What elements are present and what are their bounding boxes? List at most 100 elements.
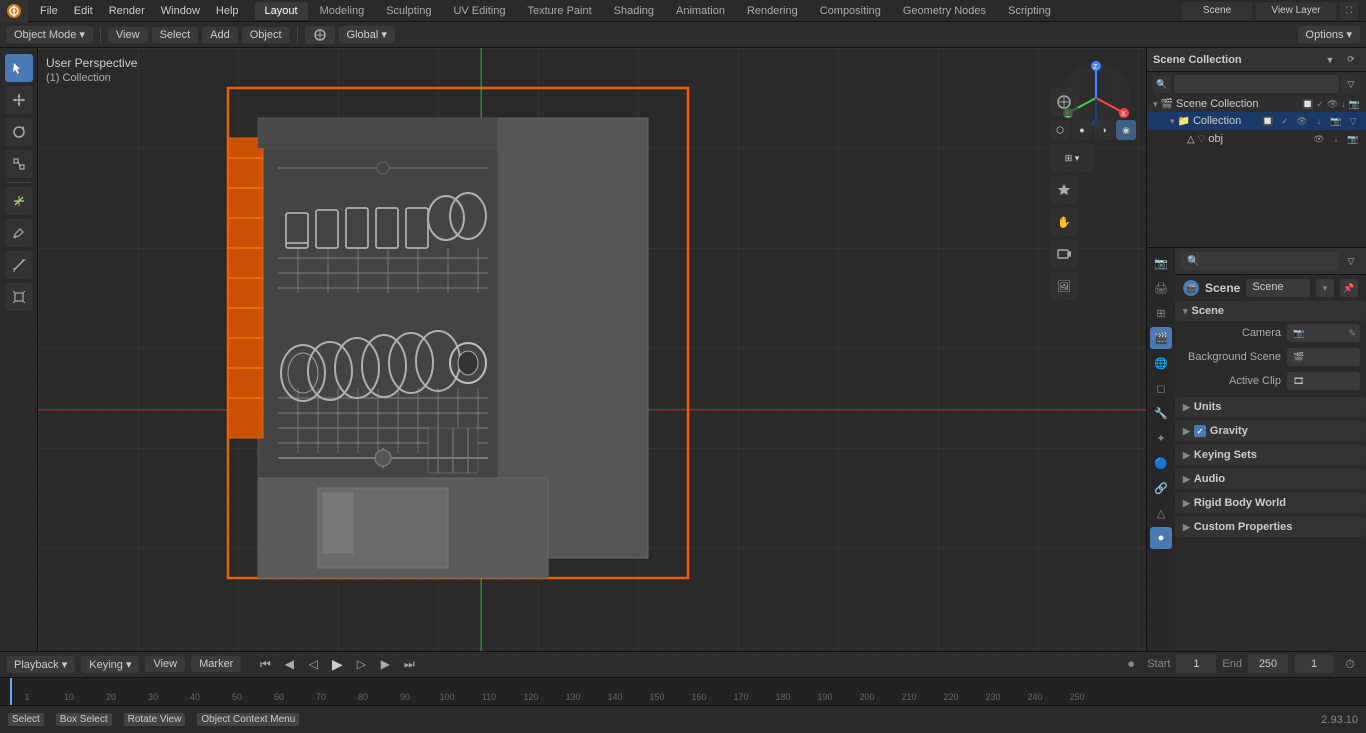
props-output-icon[interactable]: 🖨	[1150, 277, 1172, 299]
scene-browse-btn[interactable]: ▾	[1316, 279, 1334, 297]
transform-tool[interactable]	[5, 187, 33, 215]
options-btn[interactable]: Options ▾	[1298, 26, 1360, 43]
background-scene-field[interactable]: 🎬	[1287, 348, 1360, 366]
props-render-icon[interactable]: 📷	[1150, 252, 1172, 274]
obj-cam-icon[interactable]: 📷	[1346, 132, 1360, 146]
coll-filter-icon[interactable]: ▽	[1346, 114, 1360, 128]
outliner-filter-btn[interactable]: ▼	[1321, 51, 1339, 69]
tl-10: 10	[48, 692, 90, 702]
props-obj-icon[interactable]: ◻	[1150, 377, 1172, 399]
timeline-ruler[interactable]: 1 10 20 30 40 50 60 70 80 90 100 110 120…	[0, 678, 1366, 705]
view-menu[interactable]: View	[108, 27, 148, 43]
record-btn[interactable]: ⏺	[1121, 654, 1141, 674]
object-mode-dropdown[interactable]: Object Mode ▾	[6, 26, 93, 43]
coll-vis-icon[interactable]: 🔲	[1261, 114, 1275, 128]
menu-file[interactable]: File	[32, 3, 66, 19]
tab-animation[interactable]: Animation	[666, 2, 735, 20]
obj-eye-icon[interactable]: 👁	[1312, 132, 1326, 146]
props-scene-icon[interactable]: 🎬	[1150, 327, 1172, 349]
tab-sculpting[interactable]: Sculpting	[376, 2, 441, 20]
jump-end-btn[interactable]: ⏭	[399, 654, 419, 674]
menu-help[interactable]: Help	[208, 3, 247, 19]
coll-check-icon[interactable]: ✓	[1278, 114, 1292, 128]
scene-selector[interactable]: Scene	[1182, 2, 1252, 20]
props-constraints-icon[interactable]: 🔗	[1150, 477, 1172, 499]
tab-layout[interactable]: Layout	[255, 2, 308, 20]
tab-geometry-nodes[interactable]: Geometry Nodes	[893, 2, 996, 20]
tab-texture-paint[interactable]: Texture Paint	[517, 2, 601, 20]
props-physics-icon[interactable]: 🔵	[1150, 452, 1172, 474]
gravity-checkbox[interactable]: ✓	[1194, 425, 1206, 437]
chevron-down-icon: ▾	[79, 28, 85, 41]
scene-section-header[interactable]: ▾ Scene	[1175, 301, 1366, 321]
annotate-tool[interactable]	[5, 219, 33, 247]
props-data-icon[interactable]: △	[1150, 502, 1172, 524]
keying-sets-header[interactable]: ▶ Keying Sets	[1175, 445, 1366, 465]
obj-down-icon[interactable]: ↓	[1329, 132, 1343, 146]
outliner-search-input[interactable]	[1174, 75, 1339, 93]
fullscreen-btn[interactable]: ⛶	[1340, 2, 1358, 20]
rigid-body-header[interactable]: ▶ Rigid Body World	[1175, 493, 1366, 513]
view-dropdown[interactable]: View	[145, 656, 185, 672]
scene-pin-btn[interactable]: 📌	[1340, 279, 1358, 297]
measure-tool[interactable]	[5, 251, 33, 279]
outliner-obj-item[interactable]: △ ▽ obj 👁 ↓ 📷	[1147, 130, 1366, 148]
3d-viewport[interactable]: User Perspective (1) Collection Z X	[38, 48, 1146, 651]
props-material-icon[interactable]: ●	[1150, 527, 1172, 549]
timeline-playhead[interactable]	[10, 678, 12, 705]
coll-eye-icon[interactable]: 👁	[1295, 114, 1309, 128]
prev-keyframe-btn[interactable]: ◁	[303, 654, 323, 674]
transform-gizmo-toggle[interactable]	[305, 26, 335, 44]
end-frame-input[interactable]: 250	[1248, 655, 1288, 673]
active-clip-field[interactable]: 🎞	[1287, 372, 1360, 390]
menu-edit[interactable]: Edit	[66, 3, 101, 19]
prev-frame-btn[interactable]: ◀	[279, 654, 299, 674]
select-tool[interactable]	[5, 54, 33, 82]
move-tool[interactable]	[5, 86, 33, 114]
transform-space-dropdown[interactable]: Global ▾	[339, 26, 395, 43]
outliner-collection-item[interactable]: ▾ 📁 Collection 🔲 ✓ 👁 ↓ 📷 ▽	[1147, 112, 1366, 130]
audio-section-header[interactable]: ▶ Audio	[1175, 469, 1366, 489]
scale-tool[interactable]	[5, 150, 33, 178]
tab-shading[interactable]: Shading	[604, 2, 664, 20]
view-layer-selector[interactable]: View Layer	[1256, 2, 1336, 20]
play-btn[interactable]: ▶	[327, 654, 347, 674]
tab-rendering[interactable]: Rendering	[737, 2, 808, 20]
scene-name-field[interactable]: Scene	[1246, 279, 1310, 297]
add-menu[interactable]: Add	[202, 27, 238, 43]
object-menu[interactable]: Object	[242, 27, 290, 43]
props-modifier-icon[interactable]: 🔧	[1150, 402, 1172, 424]
coll-down-icon[interactable]: ↓	[1312, 114, 1326, 128]
playback-dropdown[interactable]: Playback ▾	[6, 656, 75, 673]
current-frame-input[interactable]: 1	[1294, 655, 1334, 673]
menu-render[interactable]: Render	[101, 3, 153, 19]
camera-field[interactable]: 📷 ✎	[1287, 324, 1360, 342]
custom-props-header[interactable]: ▶ Custom Properties	[1175, 517, 1366, 537]
props-world-icon[interactable]: 🌐	[1150, 352, 1172, 374]
tab-modeling[interactable]: Modeling	[310, 2, 375, 20]
outliner-filter-funnel[interactable]: ▽	[1342, 75, 1360, 93]
rotate-tool[interactable]	[5, 118, 33, 146]
tab-scripting[interactable]: Scripting	[998, 2, 1061, 20]
next-keyframe-btn[interactable]: ▷	[351, 654, 371, 674]
props-view-layer-icon[interactable]: ⊞	[1150, 302, 1172, 324]
jump-start-btn[interactable]: ⏮	[255, 654, 275, 674]
units-section-header[interactable]: ▶ Units	[1175, 397, 1366, 417]
outliner-sync-btn[interactable]: ⟳	[1342, 51, 1360, 69]
tab-compositing[interactable]: Compositing	[810, 2, 891, 20]
props-filter-btn[interactable]: ▽	[1342, 252, 1360, 270]
start-frame-input[interactable]: 1	[1176, 655, 1216, 673]
add-cube-tool[interactable]	[5, 283, 33, 311]
props-search-bar[interactable]: 🔍	[1181, 252, 1338, 270]
menu-window[interactable]: Window	[153, 3, 208, 19]
camera-browse-icon[interactable]: ✎	[1348, 328, 1356, 339]
gravity-section-header[interactable]: ▶ ✓ Gravity	[1175, 421, 1366, 441]
select-menu[interactable]: Select	[152, 27, 199, 43]
keying-dropdown[interactable]: Keying ▾	[81, 656, 139, 673]
marker-dropdown[interactable]: Marker	[191, 656, 241, 672]
tab-uv-editing[interactable]: UV Editing	[443, 2, 515, 20]
next-frame-btn[interactable]: ▶	[375, 654, 395, 674]
scene-collection-row[interactable]: ▾ 🎬 Scene Collection 🔲 ✓ 👁 ↓ 📷	[1147, 96, 1366, 112]
props-particles-icon[interactable]: ✦	[1150, 427, 1172, 449]
coll-cam-icon[interactable]: 📷	[1329, 114, 1343, 128]
